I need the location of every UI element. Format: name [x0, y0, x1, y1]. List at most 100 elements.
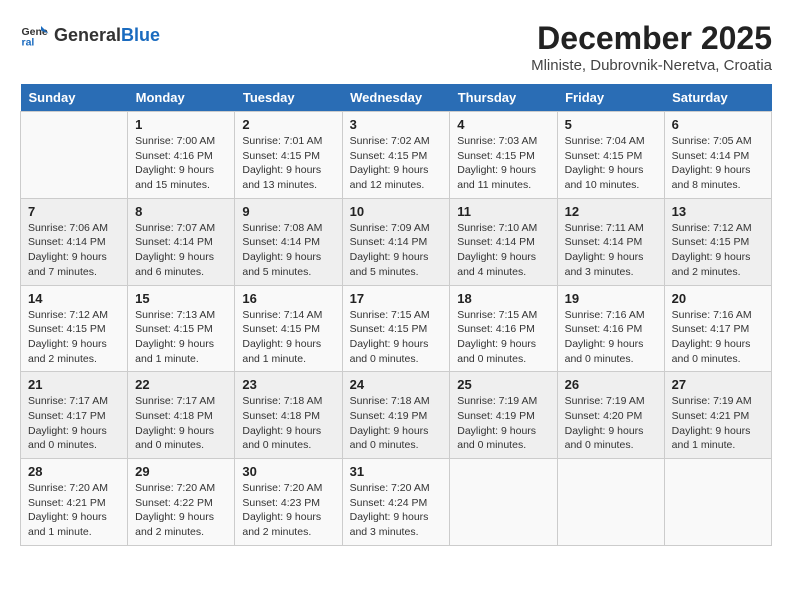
day-info: Sunrise: 7:16 AMSunset: 4:17 PMDaylight:… [672, 308, 764, 367]
calendar-week-row: 14 Sunrise: 7:12 AMSunset: 4:15 PMDayligh… [21, 285, 772, 372]
calendar-cell: 29 Sunrise: 7:20 AMSunset: 4:22 PMDayligh… [128, 459, 235, 546]
weekday-header: Saturday [664, 84, 771, 112]
calendar-cell: 13 Sunrise: 7:12 AMSunset: 4:15 PMDayligh… [664, 198, 771, 285]
day-info: Sunrise: 7:02 AMSunset: 4:15 PMDaylight:… [350, 134, 443, 193]
title-section: December 2025 Mliniste, Dubrovnik-Neretv… [531, 20, 772, 74]
day-info: Sunrise: 7:11 AMSunset: 4:14 PMDaylight:… [565, 221, 657, 280]
calendar-cell: 31 Sunrise: 7:20 AMSunset: 4:24 PMDayligh… [342, 459, 450, 546]
day-info: Sunrise: 7:04 AMSunset: 4:15 PMDaylight:… [565, 134, 657, 193]
day-number: 21 [28, 377, 120, 392]
day-info: Sunrise: 7:15 AMSunset: 4:15 PMDaylight:… [350, 308, 443, 367]
calendar-cell: 4 Sunrise: 7:03 AMSunset: 4:15 PMDaylight… [450, 112, 557, 199]
main-title: December 2025 [531, 20, 772, 57]
weekday-header-row: SundayMondayTuesdayWednesdayThursdayFrid… [21, 84, 772, 112]
header-section: Gene ral GeneralBlue December 2025 Mlini… [20, 20, 772, 74]
weekday-header: Sunday [21, 84, 128, 112]
calendar-cell: 20 Sunrise: 7:16 AMSunset: 4:17 PMDayligh… [664, 285, 771, 372]
day-info: Sunrise: 7:20 AMSunset: 4:23 PMDaylight:… [242, 481, 334, 540]
day-number: 29 [135, 464, 227, 479]
day-number: 17 [350, 291, 443, 306]
calendar-cell: 30 Sunrise: 7:20 AMSunset: 4:23 PMDayligh… [235, 459, 342, 546]
day-number: 30 [242, 464, 334, 479]
day-info: Sunrise: 7:13 AMSunset: 4:15 PMDaylight:… [135, 308, 227, 367]
day-info: Sunrise: 7:12 AMSunset: 4:15 PMDaylight:… [28, 308, 120, 367]
calendar-cell: 23Sunrise: 7:18 AMSunset: 4:18 PMDayligh… [235, 372, 342, 459]
day-number: 5 [565, 117, 657, 132]
day-info: Sunrise: 7:10 AMSunset: 4:14 PMDaylight:… [457, 221, 549, 280]
subtitle: Mliniste, Dubrovnik-Neretva, Croatia [531, 57, 772, 74]
day-info: Sunrise: 7:15 AMSunset: 4:16 PMDaylight:… [457, 308, 549, 367]
day-number: 3 [350, 117, 443, 132]
day-number: 12 [565, 204, 657, 219]
calendar-cell: 1 Sunrise: 7:00 AMSunset: 4:16 PMDaylight… [128, 112, 235, 199]
day-info: Sunrise: 7:18 AMSunset: 4:18 PMDaylight:… [242, 394, 334, 453]
day-info: Sunrise: 7:20 AMSunset: 4:24 PMDaylight:… [350, 481, 443, 540]
day-info: Sunrise: 7:00 AMSunset: 4:16 PMDaylight:… [135, 134, 227, 193]
calendar-cell [450, 459, 557, 546]
logo-general-text: General [54, 25, 121, 46]
day-number: 9 [242, 204, 334, 219]
day-info: Sunrise: 7:08 AMSunset: 4:14 PMDaylight:… [242, 221, 334, 280]
calendar-cell: 25 Sunrise: 7:19 AMSunset: 4:19 PMDayligh… [450, 372, 557, 459]
day-number: 26 [565, 377, 657, 392]
calendar-cell: 5 Sunrise: 7:04 AMSunset: 4:15 PMDaylight… [557, 112, 664, 199]
day-info: Sunrise: 7:07 AMSunset: 4:14 PMDaylight:… [135, 221, 227, 280]
calendar-week-row: 21 Sunrise: 7:17 AMSunset: 4:17 PMDayligh… [21, 372, 772, 459]
day-info: Sunrise: 7:14 AMSunset: 4:15 PMDaylight:… [242, 308, 334, 367]
day-number: 22 [135, 377, 227, 392]
day-number: 27 [672, 377, 764, 392]
calendar-week-row: 28Sunrise: 7:20 AMSunset: 4:21 PMDayligh… [21, 459, 772, 546]
calendar-cell: 28Sunrise: 7:20 AMSunset: 4:21 PMDayligh… [21, 459, 128, 546]
calendar-cell [664, 459, 771, 546]
day-number: 15 [135, 291, 227, 306]
calendar-cell: 3 Sunrise: 7:02 AMSunset: 4:15 PMDaylight… [342, 112, 450, 199]
calendar-cell: 6Sunrise: 7:05 AMSunset: 4:14 PMDaylight… [664, 112, 771, 199]
day-number: 1 [135, 117, 227, 132]
calendar-cell: 26 Sunrise: 7:19 AMSunset: 4:20 PMDayligh… [557, 372, 664, 459]
calendar-cell: 18Sunrise: 7:15 AMSunset: 4:16 PMDayligh… [450, 285, 557, 372]
calendar-cell: 19Sunrise: 7:16 AMSunset: 4:16 PMDayligh… [557, 285, 664, 372]
calendar-cell: 15 Sunrise: 7:13 AMSunset: 4:15 PMDayligh… [128, 285, 235, 372]
calendar-week-row: 7Sunrise: 7:06 AMSunset: 4:14 PMDaylight… [21, 198, 772, 285]
calendar-cell: 17 Sunrise: 7:15 AMSunset: 4:15 PMDayligh… [342, 285, 450, 372]
day-info: Sunrise: 7:06 AMSunset: 4:14 PMDaylight:… [28, 221, 120, 280]
day-number: 13 [672, 204, 764, 219]
day-number: 2 [242, 117, 334, 132]
weekday-header: Thursday [450, 84, 557, 112]
day-info: Sunrise: 7:20 AMSunset: 4:21 PMDaylight:… [28, 481, 120, 540]
day-number: 8 [135, 204, 227, 219]
day-info: Sunrise: 7:19 AMSunset: 4:19 PMDaylight:… [457, 394, 549, 453]
day-info: Sunrise: 7:09 AMSunset: 4:14 PMDaylight:… [350, 221, 443, 280]
day-info: Sunrise: 7:17 AMSunset: 4:17 PMDaylight:… [28, 394, 120, 453]
calendar-cell [557, 459, 664, 546]
weekday-header: Friday [557, 84, 664, 112]
day-info: Sunrise: 7:18 AMSunset: 4:19 PMDaylight:… [350, 394, 443, 453]
day-number: 19 [565, 291, 657, 306]
day-number: 24 [350, 377, 443, 392]
calendar-cell: 7Sunrise: 7:06 AMSunset: 4:14 PMDaylight… [21, 198, 128, 285]
day-number: 4 [457, 117, 549, 132]
day-info: Sunrise: 7:20 AMSunset: 4:22 PMDaylight:… [135, 481, 227, 540]
calendar-cell: 12 Sunrise: 7:11 AMSunset: 4:14 PMDayligh… [557, 198, 664, 285]
logo-blue-text: Blue [121, 25, 160, 46]
day-number: 10 [350, 204, 443, 219]
logo-icon: Gene ral [20, 20, 50, 50]
weekday-header: Wednesday [342, 84, 450, 112]
weekday-header: Tuesday [235, 84, 342, 112]
calendar-cell: 8 Sunrise: 7:07 AMSunset: 4:14 PMDaylight… [128, 198, 235, 285]
calendar-cell: 14 Sunrise: 7:12 AMSunset: 4:15 PMDayligh… [21, 285, 128, 372]
day-info: Sunrise: 7:12 AMSunset: 4:15 PMDaylight:… [672, 221, 764, 280]
day-number: 25 [457, 377, 549, 392]
day-number: 14 [28, 291, 120, 306]
day-number: 16 [242, 291, 334, 306]
calendar-cell: 11Sunrise: 7:10 AMSunset: 4:14 PMDayligh… [450, 198, 557, 285]
calendar-cell: 9 Sunrise: 7:08 AMSunset: 4:14 PMDaylight… [235, 198, 342, 285]
day-number: 20 [672, 291, 764, 306]
calendar-cell: 24 Sunrise: 7:18 AMSunset: 4:19 PMDayligh… [342, 372, 450, 459]
calendar-cell [21, 112, 128, 199]
day-info: Sunrise: 7:03 AMSunset: 4:15 PMDaylight:… [457, 134, 549, 193]
day-number: 31 [350, 464, 443, 479]
day-info: Sunrise: 7:19 AMSunset: 4:20 PMDaylight:… [565, 394, 657, 453]
day-info: Sunrise: 7:05 AMSunset: 4:14 PMDaylight:… [672, 134, 764, 193]
day-info: Sunrise: 7:19 AMSunset: 4:21 PMDaylight:… [672, 394, 764, 453]
